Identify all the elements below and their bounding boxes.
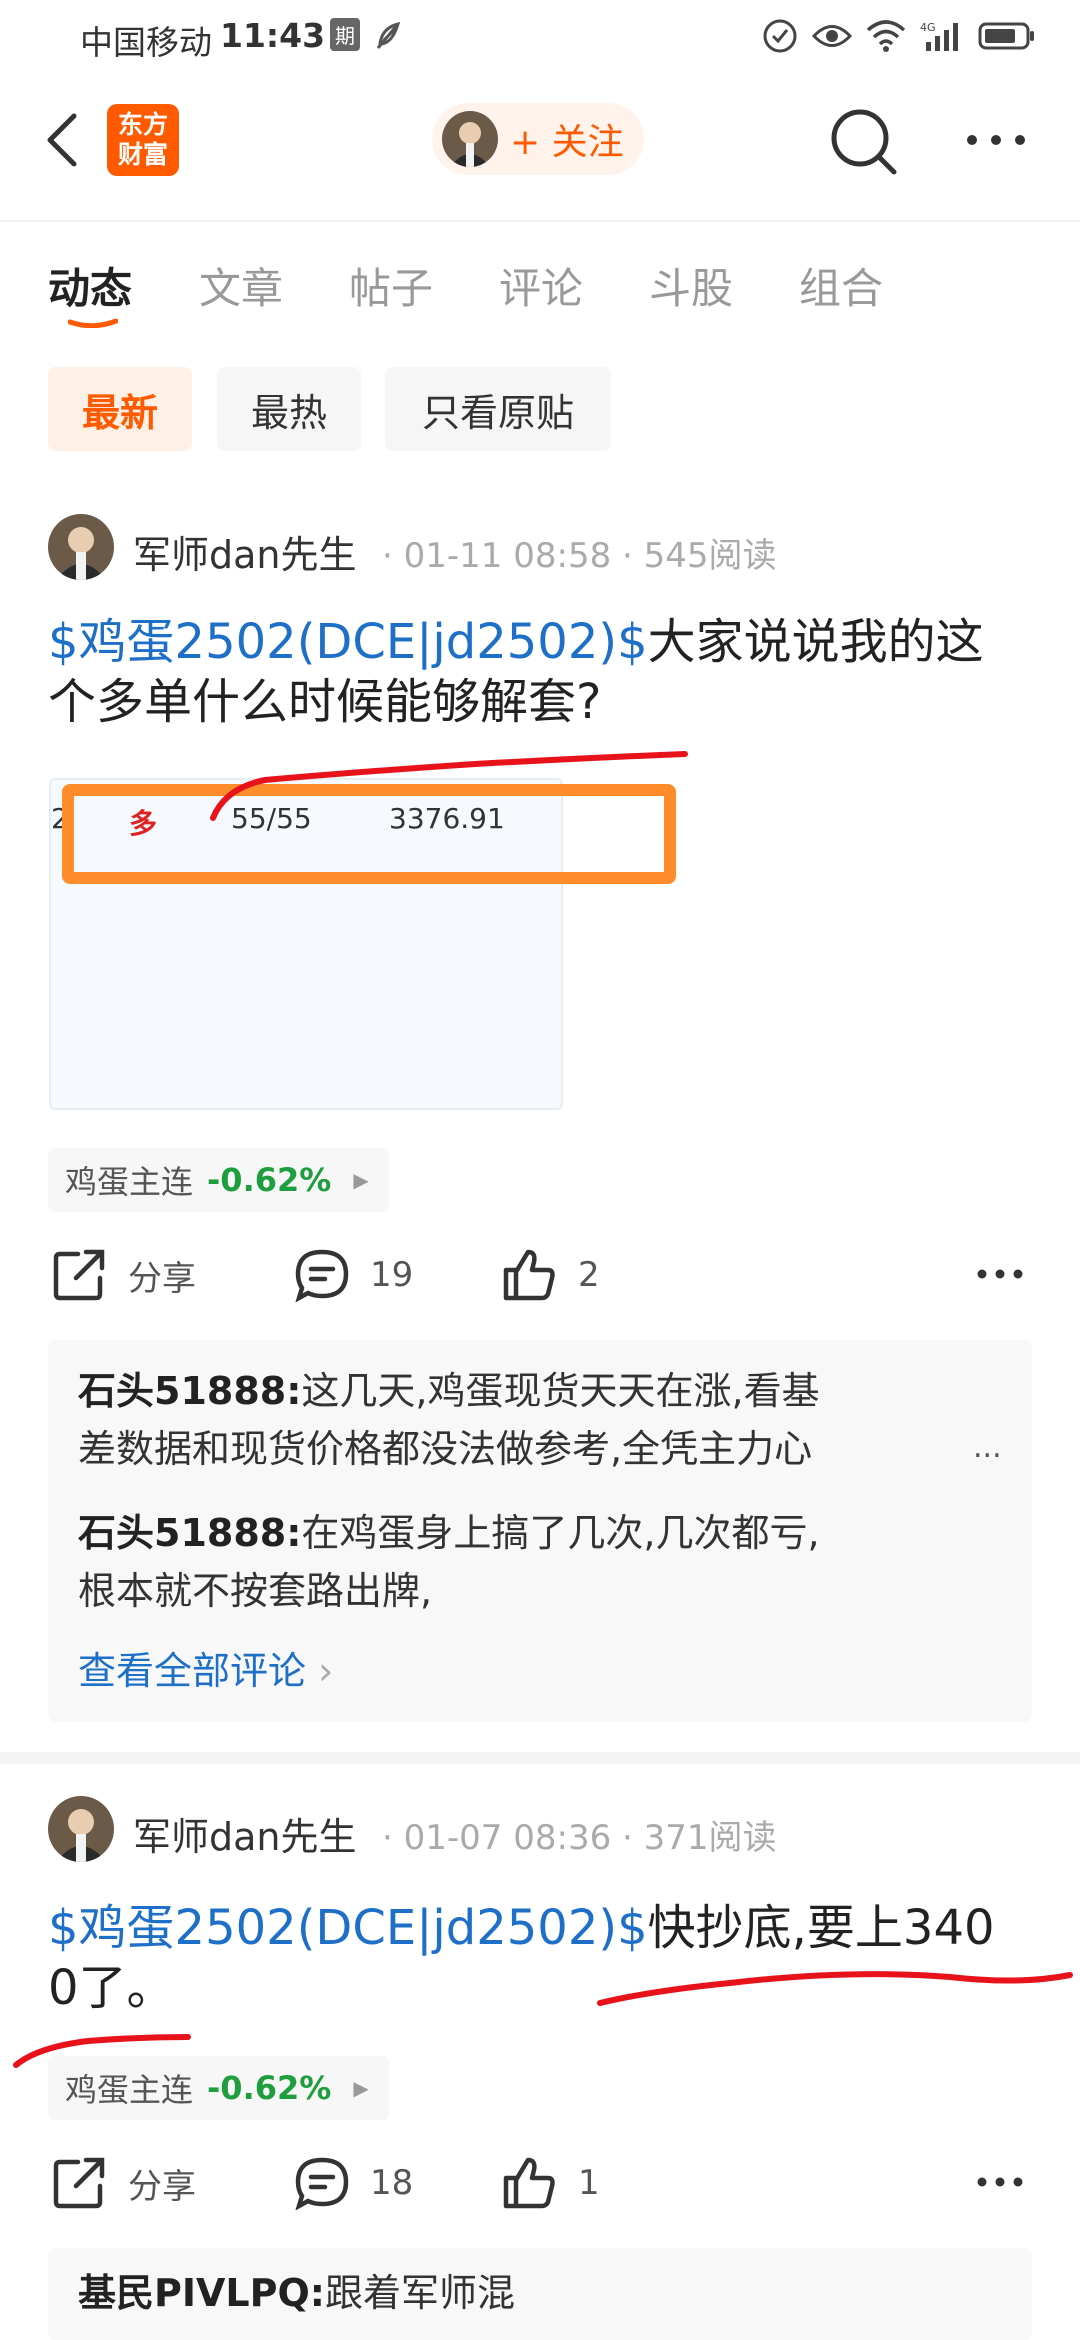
comment-text: 这几天,鸡蛋现货天天在涨,看基 [301,1369,820,1413]
comment-ellipsis: ... [973,1430,1002,1465]
feather-icon [374,18,402,56]
search-button[interactable] [828,100,900,180]
play-icon: ▶ [353,2076,369,2100]
share-button[interactable]: 分享 [52,1248,196,1302]
comment-line[interactable]: 石头51888:在鸡蛋身上搞了几次,几次都亏, [78,1504,820,1562]
share-button[interactable]: 分享 [52,2156,196,2210]
back-button[interactable] [40,100,96,180]
chevron-left-icon [47,113,77,167]
post-meta: · 01-11 08:58 · 545阅读 [382,536,777,576]
tab-articles[interactable]: 文章 [199,255,283,316]
status-bar: 中国移动 11:43 期 4G [0,0,1080,80]
comment-count: 19 [370,1255,414,1295]
comment-text: 根本就不按套路出牌, [78,1569,433,1613]
comment-icon [295,2157,349,2210]
app-logo: 东方财富 [107,104,179,176]
post-author[interactable]: 军师dan先生 [133,1806,357,1861]
more-icon [977,1269,1023,1279]
view-all-comments-link[interactable]: 查看全部评论 › [78,1640,333,1695]
comment-line[interactable]: 石头51888:这几天,鸡蛋现货天天在涨,看基 [78,1362,820,1420]
like-button[interactable]: 1 [502,2156,600,2210]
post-more-button[interactable] [974,2170,1026,2198]
share-label: 分享 [128,2166,196,2207]
like-button[interactable]: 2 [502,1248,600,1302]
header-divider [0,220,1080,222]
comment-line[interactable]: 差数据和现货价格都没法做参考,全凭主力心 [78,1420,812,1478]
thumbs-up-icon [503,1249,555,1301]
comment-user: 石头51888: [78,1369,302,1413]
post-text-line2: 个多单什么时候能够解套? [48,674,602,730]
comment-line[interactable]: 基民PIVLPQ:跟着军师混 [78,2264,515,2322]
post-body[interactable]: $鸡蛋2502(DCE|jd2502)$大家说说我的这 个多单什么时候能够解套? [48,612,1048,732]
filter-hottest[interactable]: 最热 [217,367,361,451]
comment-count: 18 [370,2163,414,2203]
filter-latest[interactable]: 最新 [48,367,192,451]
like-count: 2 [578,1255,600,1295]
tab-stock-battle[interactable]: 斗股 [649,255,733,316]
tab-dynamics[interactable]: 动态 [48,255,132,316]
share-icon [53,1249,105,1301]
search-icon [831,109,897,175]
svg-text:4G: 4G [920,21,936,34]
quote-tag[interactable]: 鸡蛋主连 -0.62% ▶ [48,2056,389,2120]
comment-user: 基民PIVLPQ: [78,2271,325,2315]
stock-link[interactable]: $鸡蛋2502(DCE|jd2502)$ [48,614,648,670]
thumbs-up-icon [503,2157,555,2209]
comment-button[interactable]: 19 [294,1248,413,1302]
share-icon [53,2157,105,2209]
red-underline-annotation [597,1971,1073,2006]
avatar[interactable] [48,514,114,580]
tab-comments[interactable]: 评论 [499,255,583,316]
comment-text: 跟着军师混 [324,2271,515,2315]
more-icon [977,2177,1023,2187]
carrier-label: 中国移动 [80,23,212,62]
share-label: 分享 [128,1258,196,1299]
quote-tag[interactable]: 鸡蛋主连 -0.62% ▶ [48,1148,389,1212]
follow-label: + 关注 [510,122,624,163]
battery-icon [978,21,1036,55]
privacy-icon [762,18,798,58]
chevron-right-icon: › [318,1649,334,1693]
comment-text: 在鸡蛋身上搞了几次,几次都亏, [301,1511,820,1555]
avatar [442,111,498,167]
avatar[interactable] [48,1796,114,1862]
comment-button[interactable]: 18 [294,2156,413,2210]
comments-preview: 石头51888:这几天,鸡蛋现货天天在涨,看基 差数据和现货价格都没法做参考,全… [48,1340,1032,1722]
tab-portfolio[interactable]: 组合 [799,255,883,316]
play-icon: ▶ [353,1168,369,1192]
filter-original-only[interactable]: 只看原贴 [385,367,611,451]
quote-change: -0.62% [207,2069,332,2107]
comment-text: 差数据和现货价格都没法做参考,全凭主力心 [78,1427,813,1471]
signal-icon: 4G [920,20,964,56]
quote-name: 鸡蛋主连 [65,1163,194,1201]
red-underline-annotation [210,751,688,821]
like-count: 1 [578,2163,600,2203]
post-separator [0,1752,1080,1764]
comment-user: 石头51888: [78,1511,302,1555]
wifi-icon [866,20,906,56]
post-text-line2: 0了。 [48,1960,175,2016]
quote-name: 鸡蛋主连 [65,2071,194,2109]
tab-indicator [68,318,118,328]
view-all-label: 查看全部评论 [78,1649,307,1693]
tab-posts[interactable]: 帖子 [349,255,433,316]
post-text-line1: 快抄底,要上340 [647,1900,995,1956]
clock: 11:43 [220,16,326,55]
quote-change: -0.62% [207,1161,332,1199]
follow-button[interactable]: + 关注 [432,103,644,175]
more-icon [967,135,1025,145]
post-text-line1: 大家说说我的这 [647,614,984,670]
comment-line[interactable]: 根本就不按套路出牌, [78,1562,432,1620]
eye-icon [811,21,853,55]
more-options-button[interactable] [960,120,1032,160]
comments-preview: 基民PIVLPQ:跟着军师混 [48,2248,1032,2340]
stock-link[interactable]: $鸡蛋2502(DCE|jd2502)$ [48,1900,648,1956]
system-icons: 4G [762,18,1036,58]
notification-badge: 期 [330,18,360,51]
post-meta: · 01-07 08:36 · 371阅读 [382,1818,777,1858]
post-more-button[interactable] [974,1262,1026,1290]
post-author[interactable]: 军师dan先生 [133,524,357,579]
comment-icon [295,1249,349,1302]
